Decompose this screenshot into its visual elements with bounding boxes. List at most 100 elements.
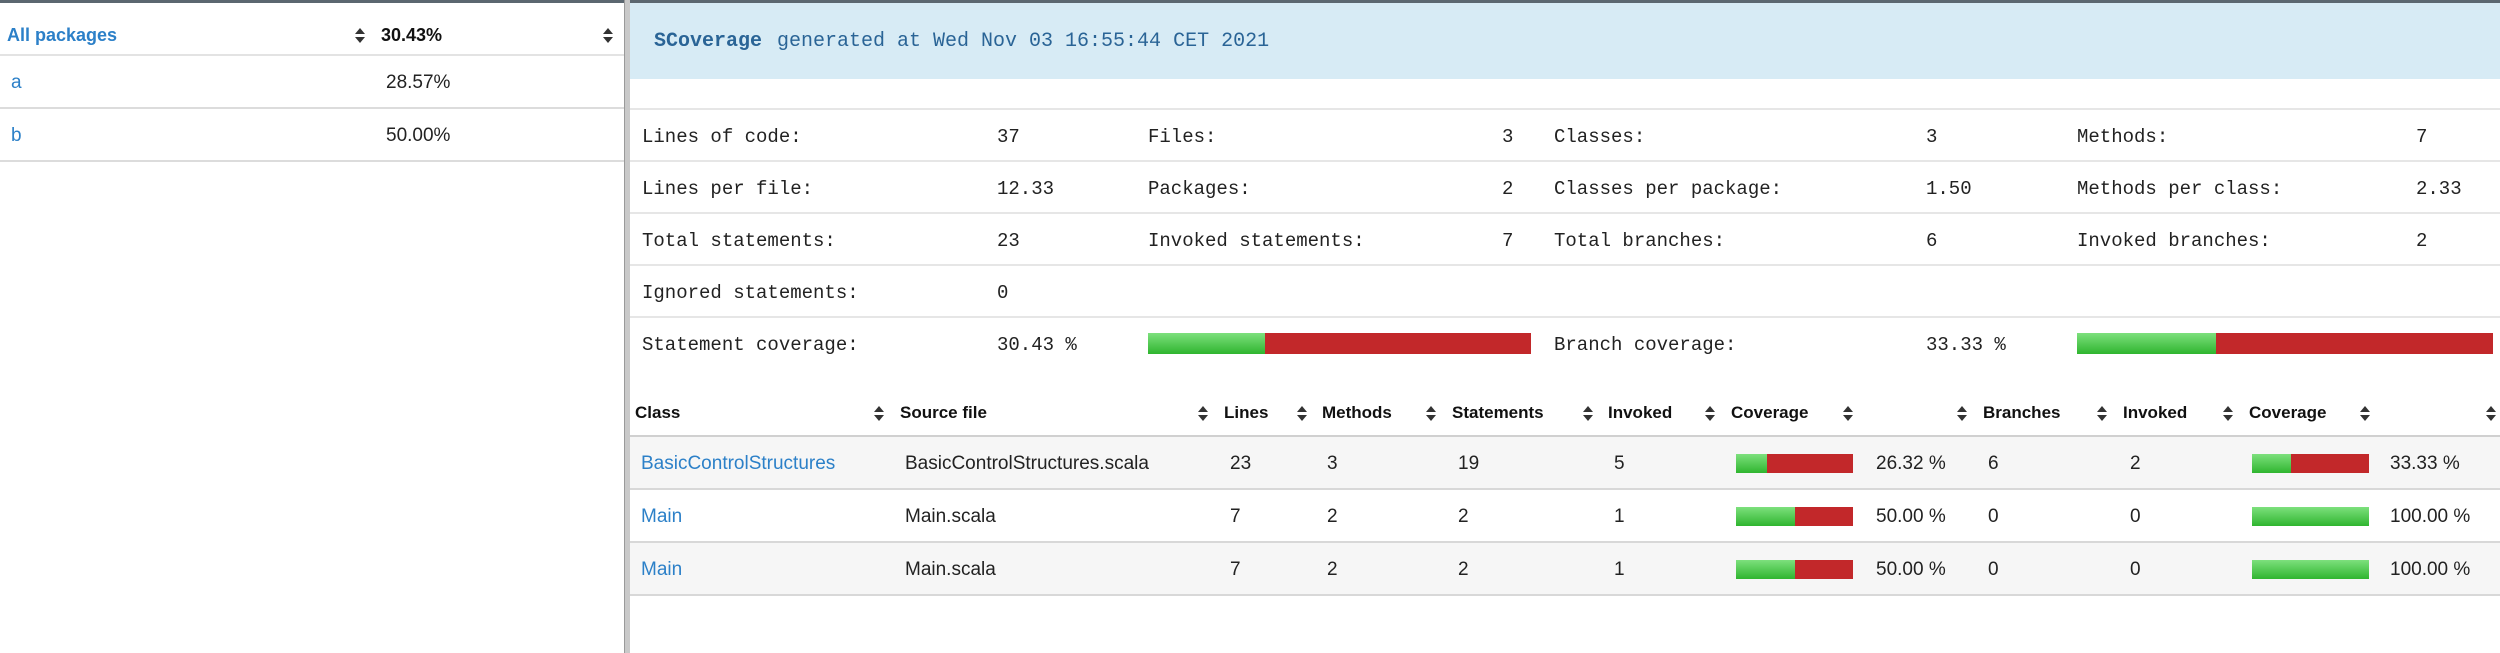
covered-fill — [1736, 507, 1795, 526]
covered-fill — [1736, 454, 1767, 473]
packages-panel: All packages 30.43% a 28.57% b 50.00% — [0, 3, 624, 653]
package-row: a 28.57% — [0, 56, 624, 109]
stat-value: 2 — [2416, 230, 2428, 252]
branch-coverage-bar — [2252, 507, 2369, 526]
methods-value: 2 — [1327, 506, 1338, 527]
package-row: b 50.00% — [0, 109, 624, 162]
stat-value: 37 — [997, 126, 1020, 148]
column-header-statements[interactable]: Statements — [1452, 403, 1544, 423]
branch-coverage-bar — [2252, 454, 2369, 473]
branch-coverage-bar — [2252, 560, 2369, 579]
stat-label: Ignored statements: — [642, 282, 859, 304]
table-row: BasicControlStructures BasicControlStruc… — [630, 437, 2500, 490]
stat-label: Invoked branches: — [2077, 230, 2271, 252]
stat-value: 1.50 — [1926, 178, 1972, 200]
column-header-invoked[interactable]: Invoked — [1608, 403, 1672, 423]
branch-coverage-value: 33.33 % — [2390, 453, 2460, 474]
covered-fill — [1148, 333, 1265, 354]
stat-value: 6 — [1926, 230, 1938, 252]
branch-coverage-value: 100.00 % — [2390, 559, 2471, 580]
sort-arrows-icon[interactable] — [2485, 406, 2497, 422]
uncovered-fill — [1264, 333, 1531, 354]
sort-arrows-icon[interactable] — [2359, 406, 2371, 422]
stat-value: 23 — [997, 230, 1020, 252]
source-file: Main.scala — [905, 559, 996, 580]
sort-arrows-icon[interactable] — [354, 28, 366, 44]
lines-value: 7 — [1230, 559, 1241, 580]
sort-arrows-icon[interactable] — [1425, 406, 1437, 422]
stats-row: Lines per file: 12.33 Packages: 2 Classe… — [630, 160, 2500, 213]
class-link[interactable]: BasicControlStructures — [641, 453, 835, 474]
column-header-branch-coverage[interactable]: Coverage — [2249, 403, 2326, 423]
statement-coverage-bar — [1736, 560, 1853, 579]
brand-title: SCoverage — [654, 30, 763, 53]
column-header-methods[interactable]: Methods — [1322, 403, 1392, 423]
statement-coverage-bar — [1148, 333, 1531, 354]
branches-value: 0 — [1988, 559, 1999, 580]
uncovered-fill — [1794, 507, 1853, 526]
source-file: BasicControlStructures.scala — [905, 453, 1149, 474]
stat-label: Lines per file: — [642, 178, 814, 200]
statement-coverage-value: 50.00 % — [1876, 559, 1946, 580]
table-row: Main Main.scala 7 2 2 1 50.00 % 0 0 100.… — [630, 490, 2500, 543]
sort-arrows-icon[interactable] — [1956, 406, 1968, 422]
column-header-branch-invoked[interactable]: Invoked — [2123, 403, 2187, 423]
stat-value: 30.43 % — [997, 334, 1077, 356]
sort-arrows-icon[interactable] — [1296, 406, 1308, 422]
branch-invoked-value: 0 — [2130, 559, 2141, 580]
table-row: Main Main.scala 7 2 2 1 50.00 % 0 0 100.… — [630, 543, 2500, 596]
stat-value: 33.33 % — [1926, 334, 2006, 356]
uncovered-fill — [2290, 454, 2369, 473]
class-link[interactable]: Main — [641, 559, 682, 580]
sort-arrows-icon[interactable] — [1197, 406, 1209, 422]
stat-label: Statement coverage: — [642, 334, 859, 356]
uncovered-fill — [1794, 560, 1853, 579]
column-header-coverage[interactable]: Coverage — [1731, 403, 1808, 423]
column-header-lines[interactable]: Lines — [1224, 403, 1268, 423]
stats-row: Ignored statements: 0 — [630, 264, 2500, 317]
sort-arrows-icon[interactable] — [602, 28, 614, 44]
stat-value: 3 — [1926, 126, 1938, 148]
class-link[interactable]: Main — [641, 506, 682, 527]
statements-value: 2 — [1458, 559, 1469, 580]
packages-header: All packages 30.43% — [0, 3, 624, 56]
stat-value: 7 — [1502, 230, 1514, 252]
table-header: Class Source file Lines Methods Statemen… — [630, 395, 2500, 437]
report-banner: SCoverage generated at Wed Nov 03 16:55:… — [630, 3, 2500, 79]
covered-fill — [2077, 333, 2216, 354]
uncovered-fill — [2215, 333, 2493, 354]
invoked-value: 1 — [1614, 506, 1625, 527]
sort-arrows-icon[interactable] — [2096, 406, 2108, 422]
stat-value: 2 — [1502, 178, 1514, 200]
sort-arrows-icon[interactable] — [1704, 406, 1716, 422]
package-link[interactable]: a — [11, 72, 22, 94]
all-packages-coverage: 30.43% — [381, 25, 443, 45]
statement-coverage-value: 26.32 % — [1876, 453, 1946, 474]
stat-label: Classes: — [1554, 126, 1646, 148]
sort-arrows-icon[interactable] — [873, 406, 885, 422]
overview-panel: SCoverage generated at Wed Nov 03 16:55:… — [630, 0, 2500, 653]
covered-fill — [2252, 507, 2369, 526]
column-header-source-file[interactable]: Source file — [900, 403, 987, 423]
sort-arrows-icon[interactable] — [1582, 406, 1594, 422]
stat-value: 0 — [997, 282, 1009, 304]
stat-value: 12.33 — [997, 178, 1055, 200]
stat-label: Lines of code: — [642, 126, 802, 148]
sort-arrows-icon[interactable] — [1842, 406, 1854, 422]
generated-timestamp: generated at Wed Nov 03 16:55:44 CET 202… — [777, 30, 1270, 53]
statement-coverage-bar — [1736, 454, 1853, 473]
sort-arrows-icon[interactable] — [2222, 406, 2234, 422]
lines-value: 7 — [1230, 506, 1241, 527]
stats-row: Statement coverage: 30.43 % Branch cover… — [630, 316, 2500, 369]
stats-row: Total statements: 23 Invoked statements:… — [630, 212, 2500, 265]
stat-label: Branch coverage: — [1554, 334, 1737, 356]
column-header-branches[interactable]: Branches — [1983, 403, 2060, 423]
stat-label: Total statements: — [642, 230, 836, 252]
branches-value: 0 — [1988, 506, 1999, 527]
all-packages-link[interactable]: All packages — [7, 25, 117, 46]
lines-value: 23 — [1230, 453, 1252, 474]
statement-coverage-bar — [1736, 507, 1853, 526]
uncovered-fill — [1766, 454, 1853, 473]
column-header-class[interactable]: Class — [635, 403, 680, 423]
package-link[interactable]: b — [11, 125, 22, 147]
